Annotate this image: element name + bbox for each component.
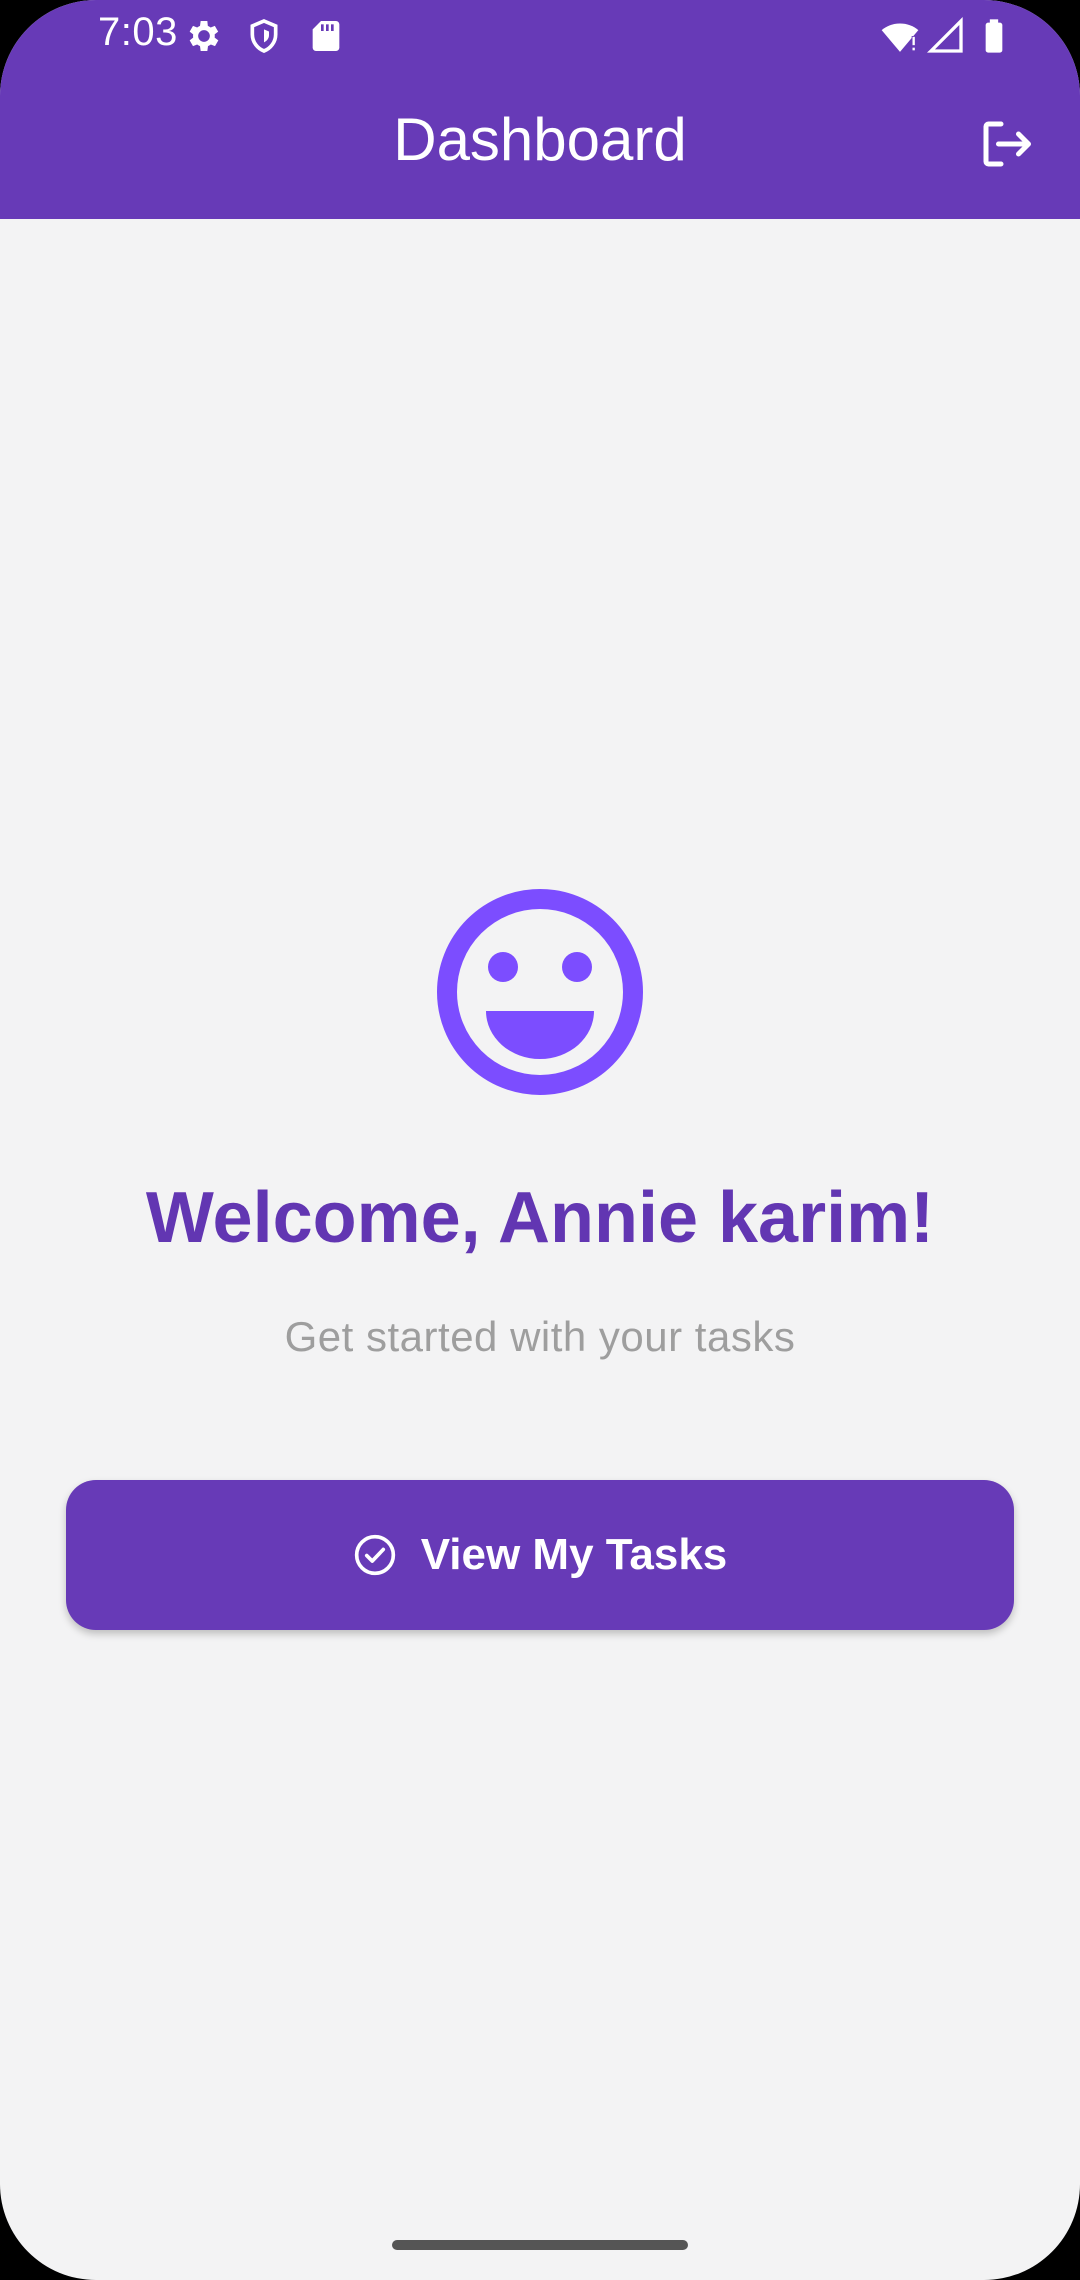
shield-icon [250, 19, 278, 53]
status-time: 7:03 [98, 10, 178, 54]
app-screen: 7:03 Dashboard Welcome, Annie karim! Get… [0, 0, 1080, 2280]
sd-card-icon [312, 21, 340, 51]
logout-button[interactable] [970, 108, 1042, 180]
cell-signal-icon [926, 16, 963, 53]
app-bar: 7:03 Dashboard [0, 0, 1080, 219]
wifi-alert-icon [881, 23, 919, 52]
view-my-tasks-button[interactable]: View My Tasks [66, 1480, 1014, 1630]
smiley-face-icon [437, 889, 643, 1095]
battery-icon [985, 19, 1003, 53]
gear-icon [189, 21, 219, 51]
welcome-subtitle: Get started with your tasks [284, 1313, 796, 1360]
check-circle-icon [354, 1534, 395, 1576]
logout-icon [983, 121, 1031, 167]
welcome-heading: Welcome, Annie karim! [145, 1178, 935, 1258]
home-indicator[interactable] [392, 2240, 688, 2250]
view-my-tasks-label: View My Tasks [420, 1530, 728, 1579]
page-title: Dashboard [393, 106, 687, 173]
